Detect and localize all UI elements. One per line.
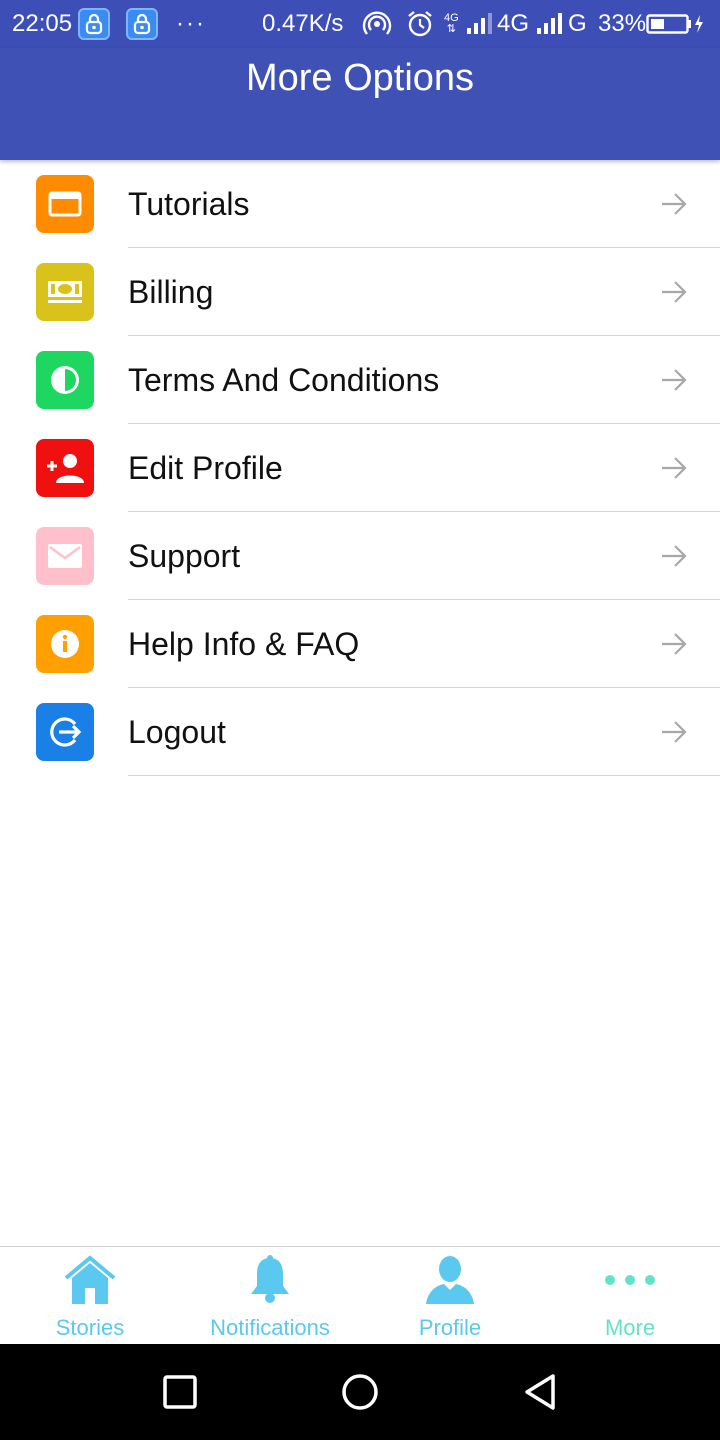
menu-item-label: Edit Profile <box>128 450 283 486</box>
nav-label: Stories <box>55 1315 125 1340</box>
battery-percent: 33% <box>598 10 647 37</box>
net-type-2: 4G <box>497 10 530 37</box>
screen: 22:05 ··· 0.47K/s 4G ⇅ 4G G 33% More Opt… <box>0 0 720 1440</box>
recent-apps-square-icon[interactable] <box>160 1372 200 1412</box>
arrow-right-icon <box>662 633 687 655</box>
nav-label: Profile <box>418 1315 482 1340</box>
net-speed: 0.47K/s <box>262 10 344 37</box>
nav-item-more[interactable]: More <box>540 1247 720 1345</box>
divider <box>128 775 720 776</box>
arrow-right-icon <box>662 193 687 215</box>
menu-item-terms[interactable]: Terms And Conditions <box>0 336 720 424</box>
more-notifications-icon: ··· <box>176 10 206 37</box>
app-header: More Options <box>0 48 720 160</box>
arrow-right-icon <box>662 721 687 743</box>
signal-icon-2 <box>536 0 566 48</box>
home-circle-icon[interactable] <box>340 1372 380 1412</box>
menu-item-label: Tutorials <box>128 186 250 222</box>
bottom-nav: Stories Notifications Profile More <box>0 1246 720 1344</box>
menu-item-billing[interactable]: Billing <box>0 248 720 336</box>
nav-label: More <box>604 1315 656 1340</box>
mail-icon <box>36 527 94 585</box>
menu-item-label: Terms And Conditions <box>128 362 440 398</box>
menu-item-label: Support <box>128 538 241 574</box>
menu-item-support[interactable]: Support <box>0 512 720 600</box>
alarm-icon <box>406 0 434 48</box>
nav-label: Notifications <box>210 1315 330 1340</box>
vpn-lock-icon-2 <box>126 0 158 48</box>
back-triangle-icon[interactable] <box>520 1372 560 1412</box>
terms-contrast-icon <box>36 351 94 409</box>
tutorials-window-icon <box>36 175 94 233</box>
net-type-1: 4G ⇅ <box>444 12 459 35</box>
hotspot-icon <box>362 0 392 48</box>
menu-list: Tutorials Billing Terms And Conditions E… <box>0 160 720 776</box>
net-type-3: G <box>568 10 587 37</box>
arrow-right-icon <box>662 457 687 479</box>
menu-item-label: Logout <box>128 714 226 750</box>
status-time: 22:05 <box>12 10 73 37</box>
home-icon <box>60 1253 120 1307</box>
add-user-icon <box>36 439 94 497</box>
status-bar: 22:05 ··· 0.47K/s 4G ⇅ 4G G 33% <box>0 0 720 48</box>
nav-item-notifications[interactable]: Notifications <box>180 1247 360 1345</box>
system-nav-bar <box>0 1344 720 1440</box>
menu-item-tutorials[interactable]: Tutorials <box>0 160 720 248</box>
battery-charging-icon <box>646 0 706 48</box>
menu-item-logout[interactable]: Logout <box>0 688 720 776</box>
bell-icon <box>240 1253 300 1307</box>
billing-money-icon <box>36 263 94 321</box>
page-title: More Options <box>245 57 475 99</box>
menu-item-label: Help Info & FAQ <box>128 626 360 662</box>
arrow-right-icon <box>662 369 687 391</box>
vpn-lock-icon <box>78 0 110 48</box>
nav-item-profile[interactable]: Profile <box>360 1247 540 1345</box>
more-dots-icon <box>600 1253 660 1307</box>
menu-item-help[interactable]: Help Info & FAQ <box>0 600 720 688</box>
arrow-right-icon <box>662 545 687 567</box>
arrow-right-icon <box>662 281 687 303</box>
nav-item-stories[interactable]: Stories <box>0 1247 180 1345</box>
signal-icon-1 <box>466 0 496 48</box>
info-icon <box>36 615 94 673</box>
menu-item-edit-profile[interactable]: Edit Profile <box>0 424 720 512</box>
menu-item-label: Billing <box>128 274 214 310</box>
logout-icon <box>36 703 94 761</box>
person-icon <box>420 1253 480 1307</box>
